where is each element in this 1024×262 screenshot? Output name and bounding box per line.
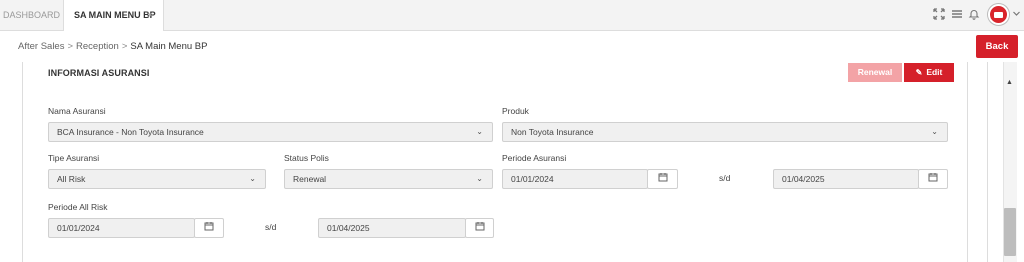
- produk-value: Non Toyota Insurance: [511, 127, 594, 137]
- section-title: INFORMASI ASURANSI: [48, 68, 150, 78]
- scrollbar-thumb[interactable]: [1004, 208, 1016, 256]
- tipe-asuransi-value: All Risk: [57, 174, 86, 184]
- panel-border-right: [967, 62, 968, 262]
- periode-all-risk-to-input[interactable]: 01/04/2025: [318, 218, 466, 238]
- calendar-icon[interactable]: [465, 218, 494, 238]
- periode-asuransi-from-value: 01/01/2024: [511, 174, 554, 184]
- nama-asuransi-value: BCA Insurance - Non Toyota Insurance: [57, 127, 204, 137]
- chevron-down-icon[interactable]: [1009, 8, 1023, 22]
- produk-select[interactable]: Non Toyota Insurance ⌄: [502, 122, 948, 142]
- produk-label: Produk: [502, 106, 529, 116]
- periode-asuransi-to-value: 01/04/2025: [782, 174, 825, 184]
- bell-icon[interactable]: [967, 8, 981, 22]
- expand-icon[interactable]: [932, 8, 946, 22]
- close-icon[interactable]: ×: [147, 0, 153, 31]
- periode-asuransi-from-input[interactable]: 01/01/2024: [502, 169, 648, 189]
- menu-icon[interactable]: [950, 8, 964, 22]
- breadcrumb-item-current: SA Main Menu BP: [130, 41, 208, 52]
- nama-asuransi-label: Nama Asuransi: [48, 106, 106, 116]
- periode-all-risk-to-value: 01/04/2025: [327, 223, 370, 233]
- periode-all-risk-from-input[interactable]: 01/01/2024: [48, 218, 195, 238]
- panel-border-outer: [987, 62, 988, 262]
- status-polis-select[interactable]: Renewal ⌄: [284, 169, 493, 189]
- breadcrumb: After Sales > Reception > SA Main Menu BP: [18, 41, 207, 52]
- range-separator: s/d: [719, 173, 731, 183]
- pencil-icon: ✎: [915, 68, 923, 77]
- edit-button[interactable]: ✎ Edit: [904, 63, 954, 82]
- tab-label: SA MAIN MENU BP: [74, 10, 156, 20]
- edit-label: Edit: [926, 67, 943, 77]
- chevron-down-icon: ⌄: [476, 127, 483, 136]
- chevron-down-icon: ⌄: [249, 174, 256, 183]
- status-polis-label: Status Polis: [284, 153, 329, 163]
- periode-all-risk-label: Periode All Risk: [48, 202, 108, 212]
- nama-asuransi-select[interactable]: BCA Insurance - Non Toyota Insurance ⌄: [48, 122, 493, 142]
- breadcrumb-item-reception[interactable]: Reception: [76, 41, 119, 52]
- calendar-icon[interactable]: [194, 218, 224, 238]
- calendar-icon[interactable]: [918, 169, 948, 189]
- chevron-down-icon: ⌄: [476, 174, 483, 183]
- breadcrumb-separator: >: [121, 41, 128, 52]
- periode-asuransi-to-input[interactable]: 01/04/2025: [773, 169, 919, 189]
- tab-sa-main-menu-bp[interactable]: SA MAIN MENU BP ×: [64, 0, 164, 31]
- tipe-asuransi-label: Tipe Asuransi: [48, 153, 100, 163]
- status-polis-value: Renewal: [293, 174, 327, 184]
- tab-dashboard[interactable]: DASHBOARD: [0, 0, 64, 31]
- breadcrumb-row: After Sales > Reception > SA Main Menu BP: [0, 31, 1024, 62]
- back-button[interactable]: Back: [976, 35, 1018, 58]
- renewal-button[interactable]: Renewal: [848, 63, 902, 82]
- periode-asuransi-label: Periode Asuransi: [502, 153, 567, 163]
- avatar-glyph: [994, 12, 1003, 18]
- periode-all-risk-from-value: 01/01/2024: [57, 223, 100, 233]
- calendar-icon[interactable]: [647, 169, 678, 189]
- tipe-asuransi-select[interactable]: All Risk ⌄: [48, 169, 266, 189]
- breadcrumb-separator: >: [67, 41, 74, 52]
- range-separator: s/d: [265, 222, 277, 232]
- breadcrumb-item-after-sales[interactable]: After Sales: [18, 41, 64, 52]
- avatar[interactable]: [988, 4, 1009, 25]
- tab-bar: DASHBOARD SA MAIN MENU BP ×: [0, 0, 1024, 31]
- scroll-up-icon[interactable]: ▲: [1006, 79, 1013, 86]
- panel-border-left: [22, 62, 23, 262]
- chevron-down-icon: ⌄: [931, 127, 938, 136]
